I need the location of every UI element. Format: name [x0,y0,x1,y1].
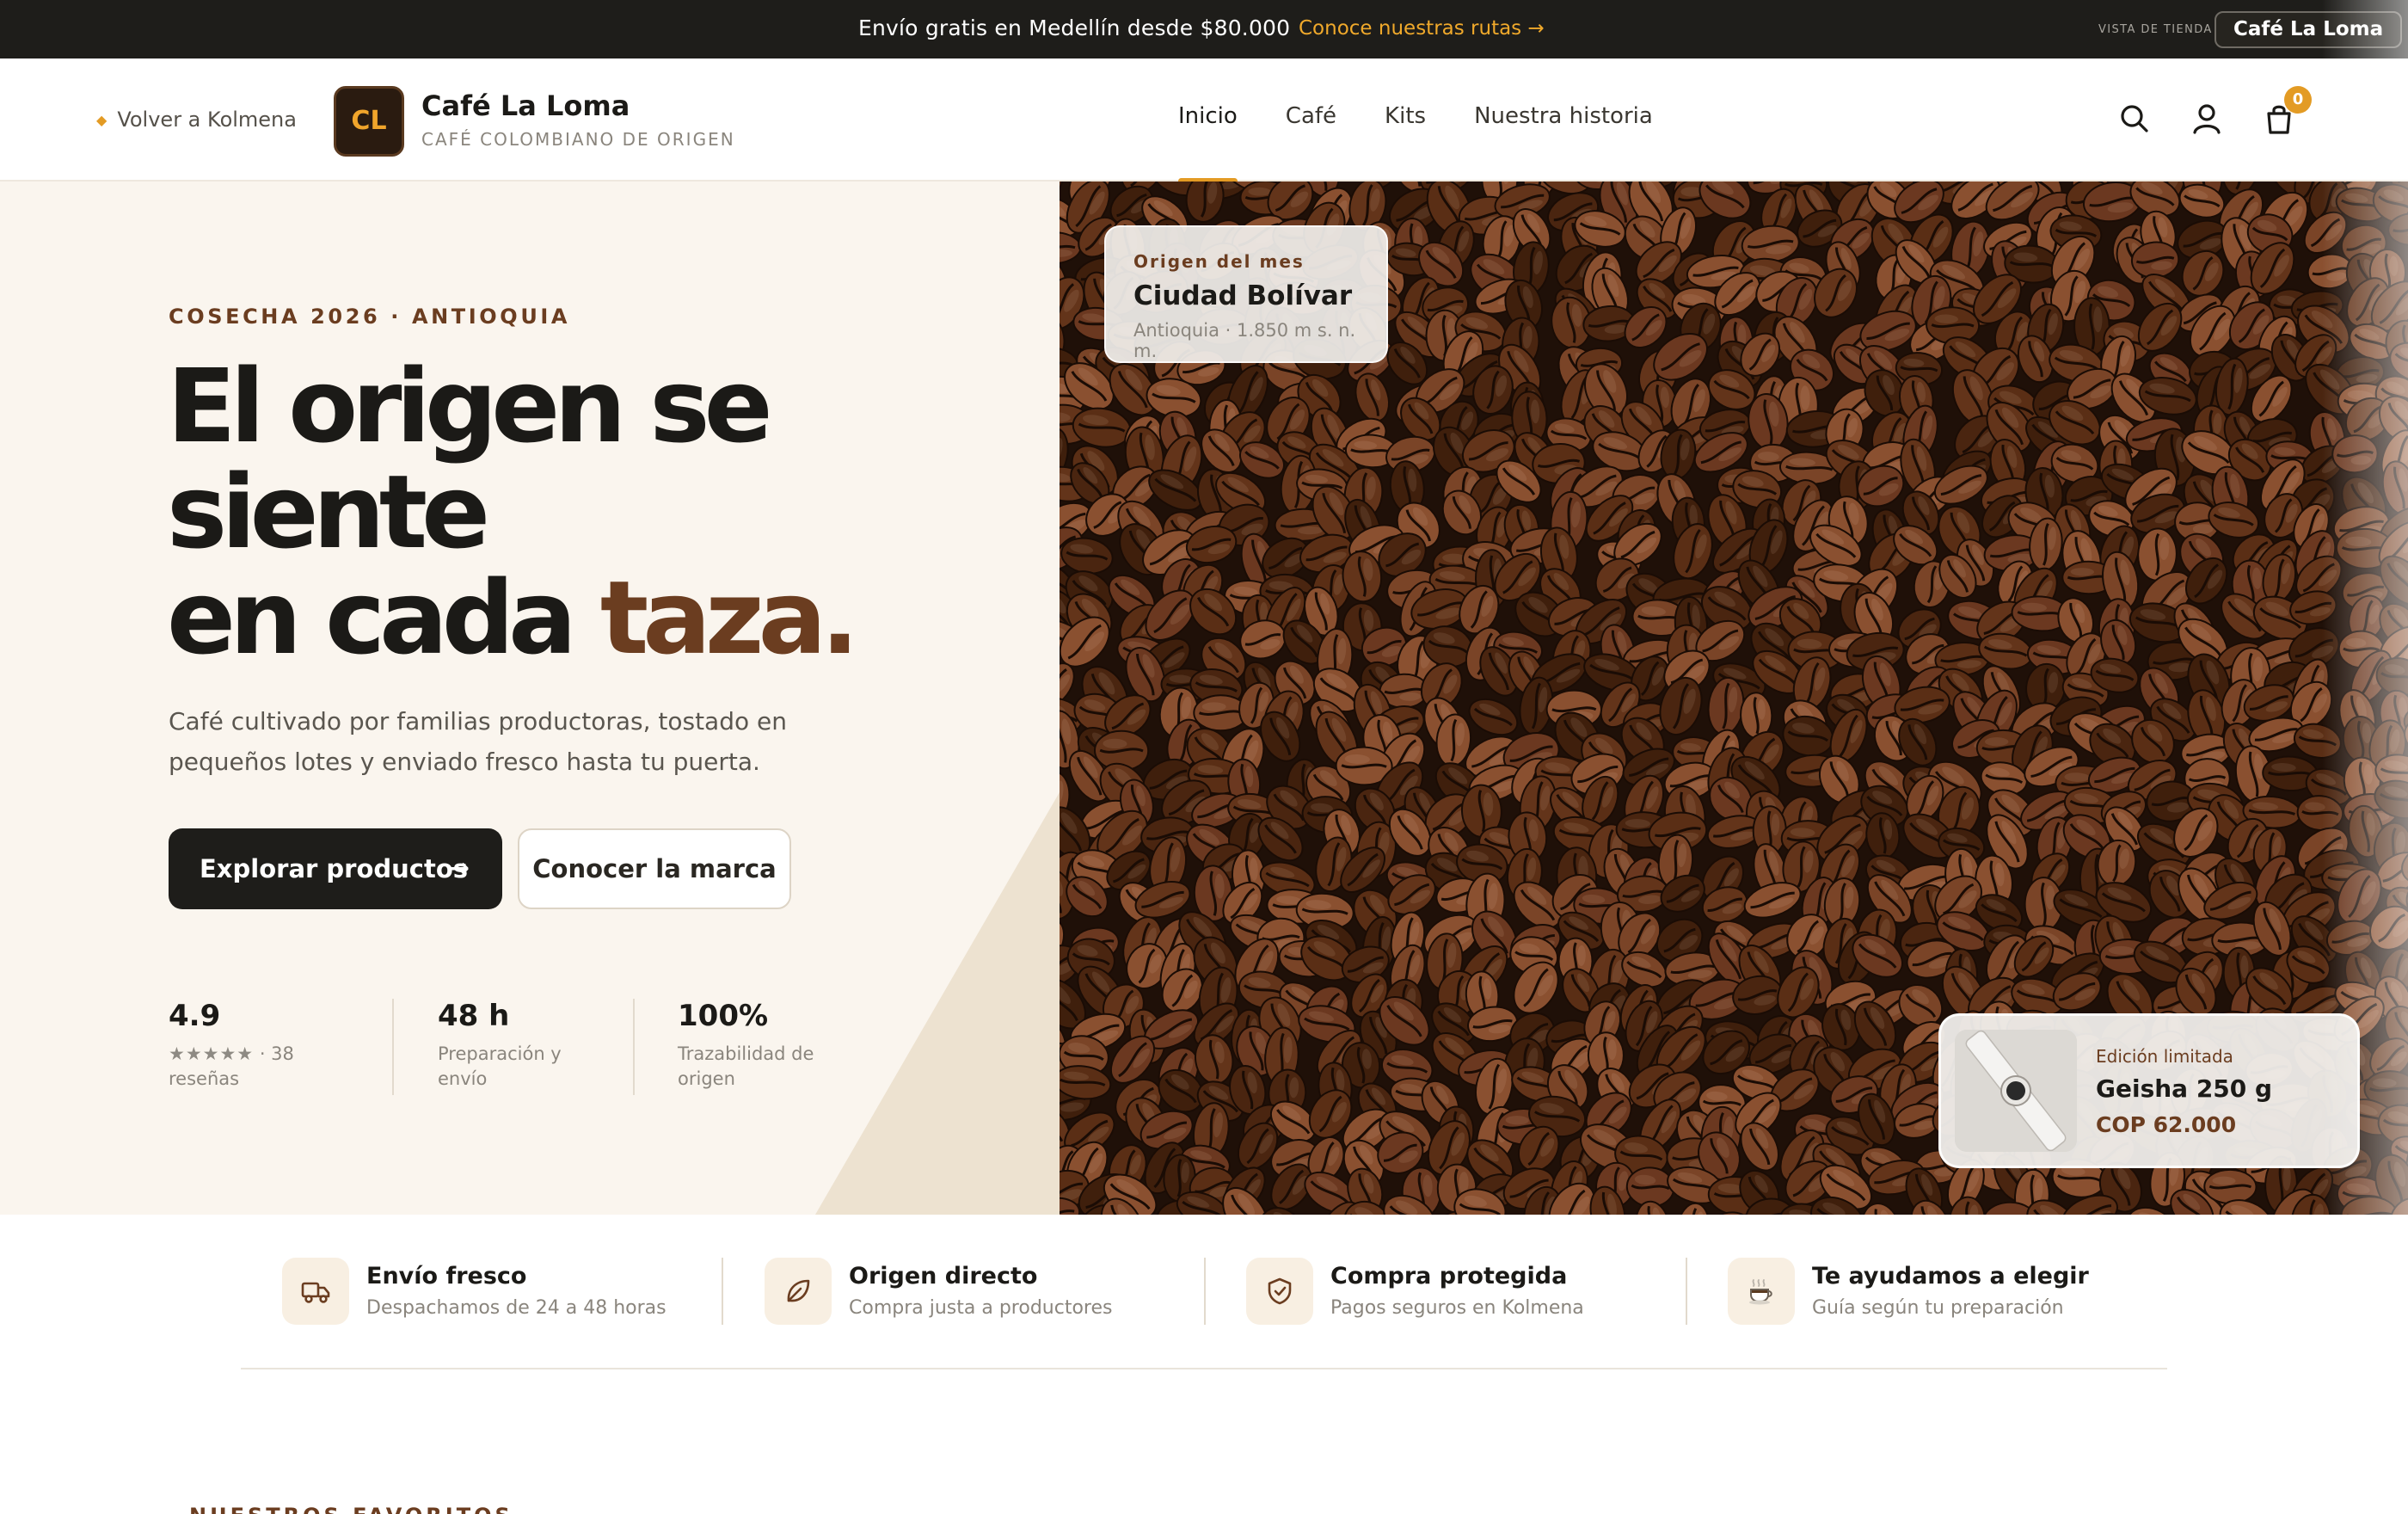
headline-accent: taza. [599,558,859,677]
nav-nuestra-historia[interactable]: Nuestra historia [1474,103,1653,129]
feature-divider [1686,1258,1687,1325]
feature-divider [1204,1258,1206,1325]
nav-cafe[interactable]: Café [1286,103,1336,129]
main-nav: Inicio Café Kits Nuestra historia [1178,103,1653,184]
hero-eyebrow: COSECHA 2026 · ANTIOQUIA [169,305,571,329]
nav-kits[interactable]: Kits [1385,103,1426,129]
arrow-right-icon: → [1527,17,1545,40]
headline-line-2: siente [167,452,490,571]
coffee-cup-icon [1749,1279,1772,1305]
stat-divider [633,999,635,1095]
cart-count-badge: 0 [2284,86,2312,114]
back-to-kolmena-link[interactable]: ◆ Volver a Kolmena [96,108,297,132]
stat-divider [392,999,394,1095]
brand-tagline: CAFÉ COLOMBIANO DE ORIGEN [421,129,735,150]
truck-icon [301,1282,330,1303]
site-header: ◆ Volver a Kolmena CL Café La Loma CAFÉ C… [0,58,2408,184]
headline-line-3: en cada [167,558,600,677]
brand-logo[interactable]: CL [334,86,404,157]
stat-shipping: 48 h Preparación y envío [438,999,562,1089]
user-icon[interactable] [2190,102,2224,136]
hero-description: Café cultivado por familias productoras,… [169,707,787,776]
explore-products-button[interactable]: Explorar productos → [169,828,502,909]
origin-of-month-card[interactable]: Origen del mes Ciudad Bolívar Antioquia … [1104,225,1388,363]
nav-inicio[interactable]: Inicio [1178,103,1238,184]
section-divider [241,1368,2167,1369]
stat-traceability: 100% Trazabilidad de origen [678,999,814,1089]
product-thumbnail [1955,1030,2077,1152]
star-rating-icon: ★★★★★ [169,1043,255,1064]
favorites-section-eyebrow: NUESTROS FAVORITOS [189,1504,513,1514]
arrow-right-icon: → [447,853,470,883]
store-switcher-button[interactable]: Café La Loma [2214,11,2403,48]
headline-line-1: El origen se [167,347,773,465]
shipping-message: Envío gratis en Medellín desde $80.000 [858,15,1291,40]
leaf-icon [787,1279,810,1302]
featured-product-card[interactable]: Edición limitada Geisha 250 g COP 62.000 [1938,1013,2360,1168]
shield-check-icon [1268,1277,1292,1305]
announcement-bar: Envío gratis en Medellín desde $80.000 C… [0,0,2408,58]
diamond-icon: ◆ [96,112,108,128]
meet-brand-button[interactable]: Conocer la marca [518,828,791,909]
search-icon[interactable] [2117,102,2152,136]
feature-divider [722,1258,723,1325]
hero-headline: El origen se siente en cada taza. [167,354,859,671]
hero-text-panel: COSECHA 2026 · ANTIOQUIA El origen se si… [0,182,1060,1215]
brand-name[interactable]: Café La Loma [421,89,630,122]
product-image [1955,1030,2077,1152]
stat-rating: 4.9 ★★★★★ · 38 reseñas [169,999,294,1089]
store-view-label: VISTA DE TIENDA [2098,23,2213,36]
routes-link[interactable]: Conoce nuestras rutas → [1299,17,1545,40]
